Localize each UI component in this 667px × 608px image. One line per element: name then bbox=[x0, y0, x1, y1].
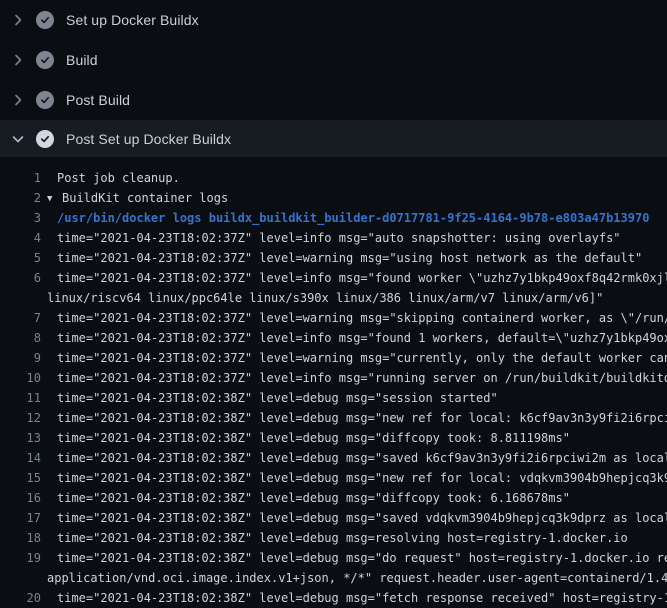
line-number[interactable]: 18 bbox=[0, 528, 41, 548]
log-line: 12 time="2021-04-23T18:02:38Z" level=deb… bbox=[0, 408, 667, 428]
log-line-text: application/vnd.oci.image.index.v1+json,… bbox=[47, 568, 667, 588]
log-line: application/vnd.oci.image.index.v1+json,… bbox=[0, 568, 667, 588]
log-line: 3 /usr/bin/docker logs buildx_buildkit_b… bbox=[0, 208, 667, 228]
log-line-text: /usr/bin/docker logs buildx_buildkit_bui… bbox=[47, 208, 667, 228]
log-line-text: time="2021-04-23T18:02:38Z" level=debug … bbox=[47, 408, 667, 428]
triangle-down-icon[interactable]: ▼ bbox=[47, 189, 62, 208]
line-number[interactable]: 20 bbox=[0, 588, 41, 608]
check-circle-icon bbox=[36, 11, 54, 29]
log-line-text: time="2021-04-23T18:02:38Z" level=debug … bbox=[47, 528, 667, 548]
log-line: 11 time="2021-04-23T18:02:38Z" level=deb… bbox=[0, 388, 667, 408]
check-circle-icon bbox=[36, 91, 54, 109]
log-line: 13 time="2021-04-23T18:02:38Z" level=deb… bbox=[0, 428, 667, 448]
log-line-text: time="2021-04-23T18:02:37Z" level=warnin… bbox=[47, 348, 667, 368]
line-number[interactable]: 5 bbox=[0, 248, 41, 268]
log-line-text: time="2021-04-23T18:02:38Z" level=debug … bbox=[47, 388, 667, 408]
log-line-text: time="2021-04-23T18:02:37Z" level=warnin… bbox=[47, 248, 667, 268]
log-line: 14 time="2021-04-23T18:02:38Z" level=deb… bbox=[0, 448, 667, 468]
log-line: 16 time="2021-04-23T18:02:38Z" level=deb… bbox=[0, 488, 667, 508]
log-line-text: time="2021-04-23T18:02:38Z" level=debug … bbox=[47, 448, 667, 468]
log-line: 6 time="2021-04-23T18:02:37Z" level=info… bbox=[0, 268, 667, 288]
log-line-text: time="2021-04-23T18:02:38Z" level=debug … bbox=[47, 488, 667, 508]
log-line: 15 time="2021-04-23T18:02:38Z" level=deb… bbox=[0, 468, 667, 488]
log-line: 20 time="2021-04-23T18:02:38Z" level=deb… bbox=[0, 588, 667, 608]
log-line: 8 time="2021-04-23T18:02:37Z" level=info… bbox=[0, 328, 667, 348]
step-label: Post Build bbox=[66, 92, 130, 108]
line-number[interactable]: 16 bbox=[0, 488, 41, 508]
log-line: linux/riscv64 linux/ppc64le linux/s390x … bbox=[0, 288, 667, 308]
log-line: 10 time="2021-04-23T18:02:37Z" level=inf… bbox=[0, 368, 667, 388]
steps-list: Set up Docker Buildx Build Post Build bbox=[0, 0, 667, 157]
line-number[interactable]: 12 bbox=[0, 408, 41, 428]
log-line-text: ▼BuildKit container logs bbox=[47, 188, 667, 208]
log-line-text: time="2021-04-23T18:02:37Z" level=info m… bbox=[47, 368, 667, 388]
line-number[interactable]: 6 bbox=[0, 268, 41, 288]
line-number[interactable]: 19 bbox=[0, 548, 41, 568]
log-line: 19 time="2021-04-23T18:02:38Z" level=deb… bbox=[0, 548, 667, 568]
log-line-text: time="2021-04-23T18:02:38Z" level=debug … bbox=[47, 508, 667, 528]
line-number[interactable]: 13 bbox=[0, 428, 41, 448]
log-line-text: time="2021-04-23T18:02:37Z" level=info m… bbox=[47, 268, 667, 288]
log-line: 4 time="2021-04-23T18:02:37Z" level=info… bbox=[0, 228, 667, 248]
line-number[interactable]: 17 bbox=[0, 508, 41, 528]
chevron-down-icon bbox=[10, 131, 26, 147]
line-number[interactable]: 8 bbox=[0, 328, 41, 348]
line-number[interactable]: 3 bbox=[0, 208, 41, 228]
chevron-right-icon bbox=[10, 52, 26, 68]
log-line-text: time="2021-04-23T18:02:38Z" level=debug … bbox=[47, 468, 667, 488]
line-number bbox=[0, 568, 41, 588]
chevron-right-icon bbox=[10, 92, 26, 108]
log-line-text: time="2021-04-23T18:02:37Z" level=info m… bbox=[47, 228, 667, 248]
workflow-log-viewer: Set up Docker Buildx Build Post Build bbox=[0, 0, 667, 600]
line-number[interactable]: 1 bbox=[0, 168, 41, 188]
log-line: 17 time="2021-04-23T18:02:38Z" level=deb… bbox=[0, 508, 667, 528]
log-line-text: time="2021-04-23T18:02:38Z" level=debug … bbox=[47, 548, 667, 568]
chevron-right-icon bbox=[10, 12, 26, 28]
check-circle-icon bbox=[36, 51, 54, 69]
line-number[interactable]: 11 bbox=[0, 388, 41, 408]
log-line: 2 ▼BuildKit container logs bbox=[0, 188, 667, 208]
log-line-text: Post job cleanup. bbox=[47, 168, 667, 188]
line-number[interactable]: 10 bbox=[0, 368, 41, 388]
log-line: 18 time="2021-04-23T18:02:38Z" level=deb… bbox=[0, 528, 667, 548]
check-circle-icon bbox=[36, 130, 54, 148]
line-number[interactable]: 4 bbox=[0, 228, 41, 248]
log-line-text: time="2021-04-23T18:02:37Z" level=info m… bbox=[47, 328, 667, 348]
step-row-build[interactable]: Build bbox=[0, 40, 667, 80]
log-line: 5 time="2021-04-23T18:02:37Z" level=warn… bbox=[0, 248, 667, 268]
step-row-post-set-up-docker-buildx[interactable]: Post Set up Docker Buildx bbox=[0, 120, 667, 157]
log-line-text: time="2021-04-23T18:02:38Z" level=debug … bbox=[47, 428, 667, 448]
step-label: Post Set up Docker Buildx bbox=[66, 131, 231, 147]
log-line-text: time="2021-04-23T18:02:38Z" level=debug … bbox=[47, 588, 667, 608]
line-number[interactable]: 14 bbox=[0, 448, 41, 468]
log-area: 1 Post job cleanup. 2 ▼BuildKit containe… bbox=[0, 157, 667, 608]
step-label: Set up Docker Buildx bbox=[66, 12, 199, 28]
log-line: 9 time="2021-04-23T18:02:37Z" level=warn… bbox=[0, 348, 667, 368]
log-group-title[interactable]: BuildKit container logs bbox=[62, 191, 228, 205]
log-line-text: linux/riscv64 linux/ppc64le linux/s390x … bbox=[47, 288, 667, 308]
line-number bbox=[0, 288, 41, 308]
line-number[interactable]: 2 bbox=[0, 188, 41, 208]
step-row-set-up-docker-buildx[interactable]: Set up Docker Buildx bbox=[0, 0, 667, 40]
log-line: 1 Post job cleanup. bbox=[0, 168, 667, 188]
log-line: 7 time="2021-04-23T18:02:37Z" level=warn… bbox=[0, 308, 667, 328]
line-number[interactable]: 15 bbox=[0, 468, 41, 488]
step-row-post-build[interactable]: Post Build bbox=[0, 80, 667, 120]
line-number[interactable]: 7 bbox=[0, 308, 41, 328]
line-number[interactable]: 9 bbox=[0, 348, 41, 368]
step-label: Build bbox=[66, 52, 98, 68]
log-line-text: time="2021-04-23T18:02:37Z" level=warnin… bbox=[47, 308, 667, 328]
